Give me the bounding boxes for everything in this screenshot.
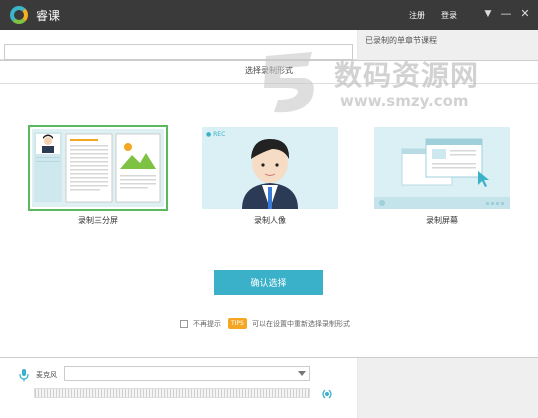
register-link[interactable]: 注册 [409,10,425,21]
app-name: 睿课 [36,9,61,23]
screen-record-icon [374,138,510,209]
menu-dropdown-icon[interactable]: ▼ [480,6,496,22]
option-screen[interactable] [372,125,512,211]
three-split-screen-icon [34,132,161,203]
tips-badge: TIPS [228,318,247,329]
microphone-select[interactable] [64,366,310,381]
close-button[interactable]: ✕ [517,6,533,22]
confirm-selection-button[interactable]: 确认选择 [214,270,323,295]
course-input[interactable] [4,44,353,60]
audio-test-icon[interactable] [320,388,334,400]
record-mode-dialog: 选择录制形式 录制三分屏 ● REC 录制人像 录制屏幕 确认选择 不再提示 T… [0,60,538,358]
microphone-panel: 麦克风 [0,358,357,418]
dialog-title: 选择录制形式 [245,66,293,75]
microphone-label: 麦克风 [36,371,57,379]
title-bar: 睿课 注册 登录 ▼ — ✕ [0,0,538,30]
dont-show-again-checkbox[interactable] [180,320,188,328]
app-logo-icon [10,6,28,24]
portrait-icon [242,139,298,209]
dont-show-again-label[interactable]: 不再提示 [193,319,221,329]
option-three-split[interactable] [28,125,168,211]
login-link[interactable]: 登录 [441,10,457,21]
option-portrait[interactable]: ● REC [200,125,340,211]
bottom-right-panel [358,358,538,418]
microphone-icon [19,369,29,382]
option-portrait-label: 录制人像 [254,216,286,225]
dialog-divider [0,83,538,84]
option-screen-label: 录制屏幕 [426,216,458,225]
option-three-split-label: 录制三分屏 [78,216,118,225]
recorded-courses-panel: 已录制的单章节课程 [358,30,538,60]
tip-text: 可以在设置中重新选择录制形式 [252,320,350,328]
chevron-down-icon [298,371,306,376]
minimize-button[interactable]: — [498,6,514,22]
main-panel [0,30,357,60]
microphone-level-meter [34,388,310,398]
recorded-courses-title: 已录制的单章节课程 [365,36,437,45]
